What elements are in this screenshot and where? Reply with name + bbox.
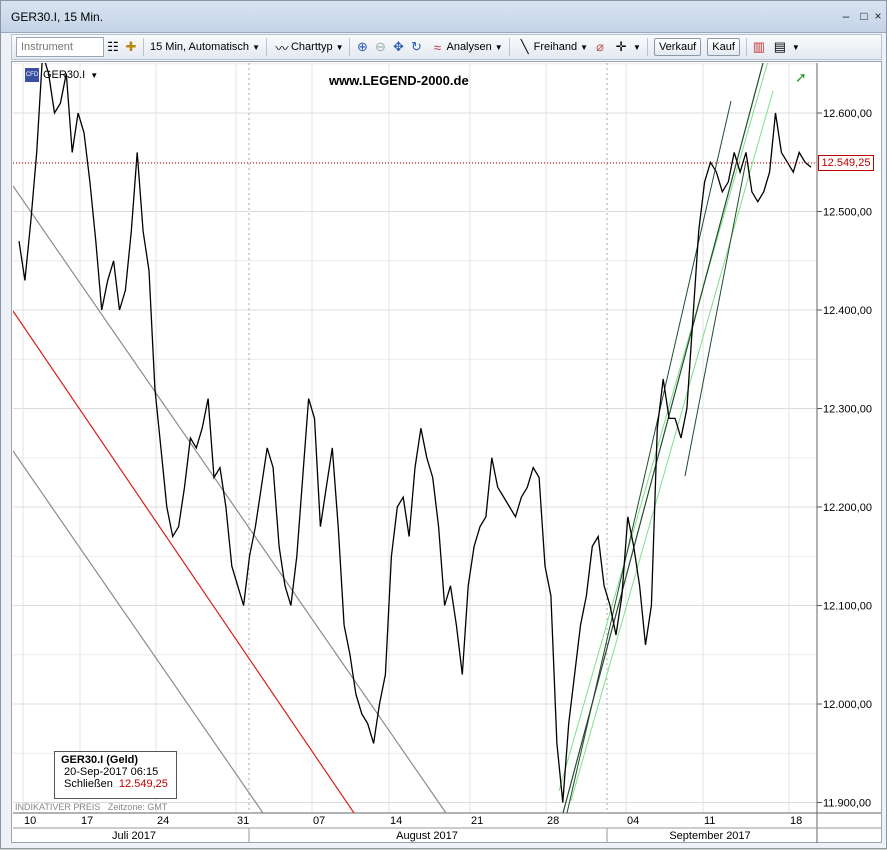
legend-close-label: Schließen bbox=[64, 778, 113, 790]
x-tick-label: 21 bbox=[471, 815, 483, 827]
gray-channel-upper-line bbox=[13, 185, 447, 813]
legend-name: GER30.I (Geld) bbox=[61, 754, 139, 766]
symbol-caret-icon: ▼ bbox=[90, 70, 99, 80]
legend-close-value: 12.549,25 bbox=[118, 778, 168, 790]
red-trendline bbox=[13, 310, 355, 813]
symbol-label: GER30.I bbox=[43, 69, 86, 81]
y-tick-label: 12.000,00 bbox=[823, 699, 872, 711]
watermark: www.LEGEND-2000.de bbox=[329, 73, 469, 88]
legend-close: Schließen 12.549,25 bbox=[61, 778, 170, 790]
x-tick-label: 24 bbox=[157, 815, 169, 827]
trendlines bbox=[13, 63, 774, 813]
price-series-line bbox=[18, 63, 812, 803]
y-tick-label: 12.300,00 bbox=[823, 404, 872, 416]
x-month-label: August 2017 bbox=[396, 830, 458, 842]
x-tick-label: 07 bbox=[313, 815, 325, 827]
x-month-label: September 2017 bbox=[669, 830, 750, 842]
x-tick-label: 28 bbox=[547, 815, 559, 827]
indicative-label: INDIKATIVER PREIS bbox=[15, 802, 101, 812]
dark-green-trendline-2 bbox=[566, 100, 732, 813]
y-tick-label: 12.400,00 bbox=[823, 305, 872, 317]
y-tick-label: 12.100,00 bbox=[823, 601, 872, 613]
y-tick-label: 12.200,00 bbox=[823, 502, 872, 514]
legend-datetime: 20-Sep-2017 06:15 bbox=[64, 766, 159, 778]
y-tick-label: 12.500,00 bbox=[823, 207, 872, 219]
chart-window: GER30.I, 15 Min. – □ × ☷ ✚ 15 Min, Autom… bbox=[0, 0, 887, 849]
timezone-label: Zeitzone: GMT bbox=[107, 802, 168, 812]
price-chart: 12.600,00 12.500,00 12.400,00 12.300,00 12.2… bbox=[13, 63, 881, 843]
y-tick-label: 12.600,00 bbox=[823, 108, 872, 120]
x-tick-label: 10 bbox=[24, 815, 36, 827]
x-tick-label: 31 bbox=[237, 815, 249, 827]
green-channel-lower-line bbox=[570, 90, 774, 802]
cfd-badge-icon: CFD bbox=[25, 68, 39, 82]
x-month-label: Juli 2017 bbox=[112, 830, 156, 842]
indicative-note: INDIKATIVER PREIS Zeitzone: GMT bbox=[15, 802, 167, 812]
x-tick-label: 14 bbox=[390, 815, 402, 827]
x-tick-label: 11 bbox=[704, 815, 715, 827]
trend-up-icon: ➚ bbox=[795, 69, 807, 85]
green-channel-upper-line bbox=[558, 63, 768, 792]
x-tick-label: 18 bbox=[790, 815, 802, 827]
symbol-selector[interactable]: CFD GER30.I ▼ bbox=[25, 68, 98, 82]
current-price-label: 12.549,25 bbox=[818, 154, 874, 171]
y-tick-label: 11.900,00 bbox=[823, 798, 871, 810]
x-tick-label: 04 bbox=[627, 815, 639, 827]
data-legend: GER30.I (Geld) 20-Sep-2017 06:15 Schließ… bbox=[54, 751, 177, 799]
x-tick-label: 17 bbox=[81, 815, 93, 827]
